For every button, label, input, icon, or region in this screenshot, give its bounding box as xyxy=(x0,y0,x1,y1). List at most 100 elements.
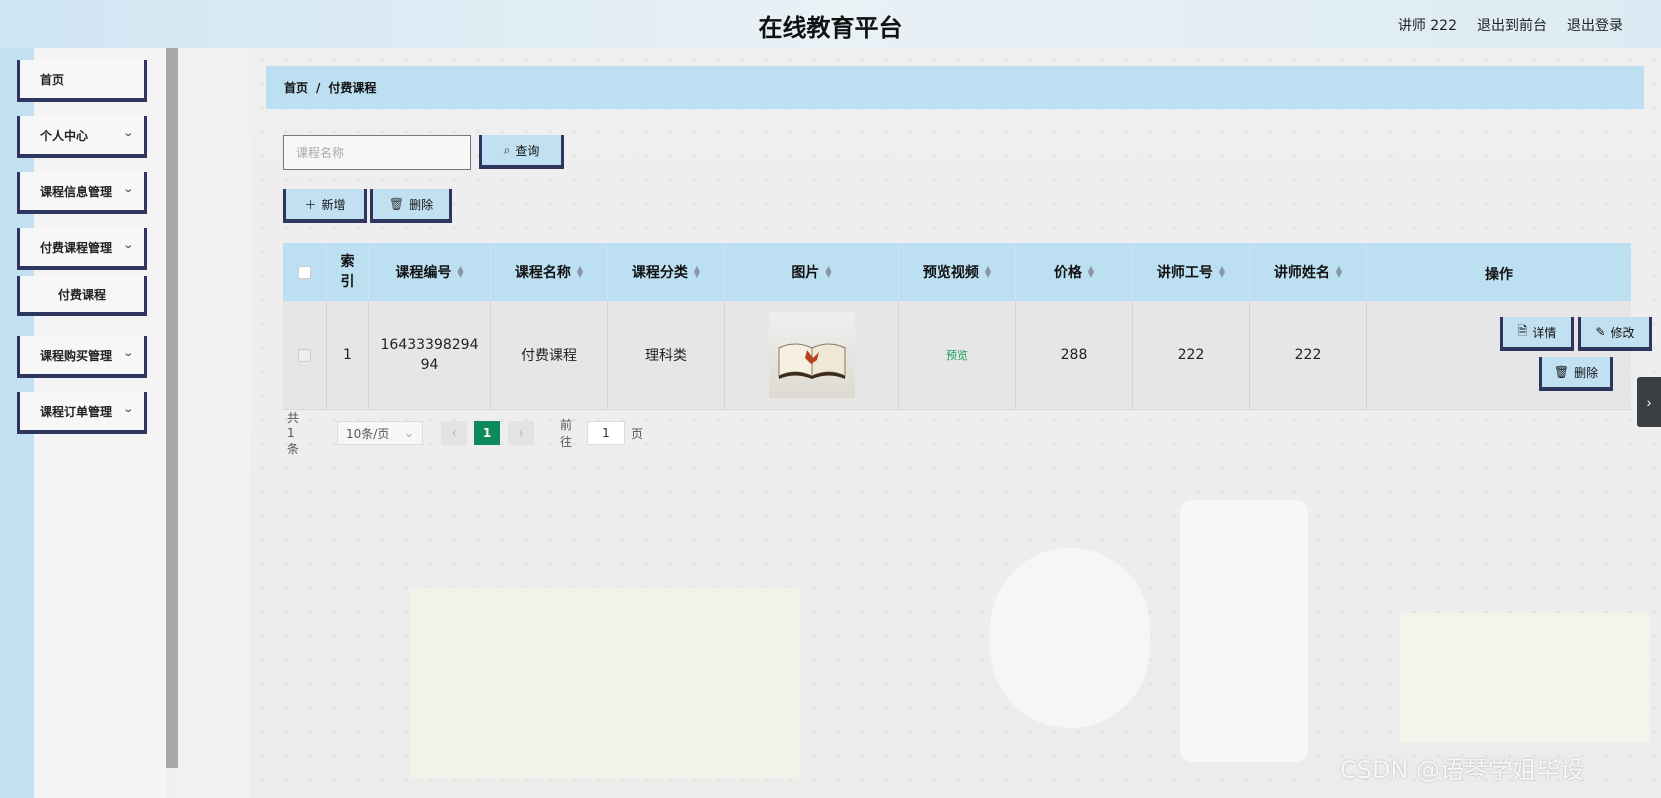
open-book-icon xyxy=(778,343,845,379)
sidebar-item-label: 课程订单管理 xyxy=(40,404,113,419)
delete-button-label: 删除 xyxy=(409,197,434,212)
breadcrumb: 首页 / 付费课程 xyxy=(266,66,1644,109)
decor-tape xyxy=(990,548,1150,728)
table-row: 1 1643339829494 付费课程 理科类 预览 288 222 222 … xyxy=(283,301,1652,410)
decor-block xyxy=(1400,613,1650,743)
current-user: 讲师 222 xyxy=(1397,18,1457,34)
top-header: 在线教育平台 讲师 222 退出到前台 退出登录 xyxy=(0,0,1661,48)
logout-link[interactable]: 退出登录 xyxy=(1567,15,1623,35)
table-header: 索引 课程编号 ▲ ▼ 课程名称 ▲ ▼ 课程分类 ▲ ▼ 图片 ▲ ▼ 预览视频 ▲ ▼ 价格 ▲ ▼… xyxy=(283,243,1631,301)
sort-icon[interactable]: ▲ ▼ xyxy=(825,265,831,279)
trash-icon: 🗑 xyxy=(1553,365,1570,379)
column-header-category[interactable]: 课程分类 ▲ ▼ xyxy=(608,243,725,301)
detail-button[interactable]: 🗎 详情 xyxy=(1500,317,1574,351)
cell-price: 288 xyxy=(1016,301,1133,409)
preview-video-link[interactable]: 预览 xyxy=(946,347,968,363)
cell-teacher-name: 222 xyxy=(1250,301,1367,409)
total-count: 共 1 条 xyxy=(287,411,299,456)
decor-tray xyxy=(410,588,800,778)
sort-icon[interactable]: ▲ ▼ xyxy=(457,265,463,279)
sort-icon[interactable]: ▲ ▼ xyxy=(1219,265,1225,279)
row-checkbox[interactable] xyxy=(298,348,311,362)
cell-teacher-no: 222 xyxy=(1133,301,1250,409)
breadcrumb-home[interactable]: 首页 xyxy=(284,79,308,96)
chevron-right-icon: › xyxy=(1646,394,1652,410)
sidebar-item-label: 付费课程 xyxy=(57,287,106,302)
pencil-icon: ✎ xyxy=(1595,325,1606,339)
sort-icon[interactable]: ▲ ▼ xyxy=(577,265,583,279)
drawer-toggle-button[interactable]: › xyxy=(1637,377,1661,427)
course-thumbnail-image[interactable] xyxy=(768,312,855,398)
paid-course-table: 索引 课程编号 ▲ ▼ 课程名称 ▲ ▼ 课程分类 ▲ ▼ 图片 ▲ ▼ 预览视频 ▲ ▼ 价格 ▲ ▼… xyxy=(283,243,1652,410)
select-all-cell xyxy=(283,243,327,301)
chevron-down-icon: ⌄ xyxy=(121,184,134,195)
goto-page-input[interactable]: 1 xyxy=(587,421,625,445)
column-header-image[interactable]: 图片 ▲ ▼ xyxy=(725,243,899,301)
goto-label: 前往 xyxy=(560,418,573,449)
sidebar-item-label: 首页 xyxy=(40,72,65,87)
top-links: 讲师 222 退出到前台 退出登录 xyxy=(1398,15,1623,35)
sort-icon[interactable]: ▲ ▼ xyxy=(1336,265,1342,279)
cell-course-no: 1643339829494 xyxy=(369,301,491,409)
sidebar: 首页 个人中心 ⌄ 课程信息管理 ⌄ 付费课程管理 ⌄ 付费课程 课程购买管理 … xyxy=(0,48,166,798)
chevron-down-icon: ⌄ xyxy=(403,426,414,440)
column-header-teacher-name[interactable]: 讲师姓名 ▲ ▼ xyxy=(1250,243,1367,301)
add-button[interactable]: ＋ 新增 xyxy=(283,189,367,223)
plus-icon: ＋ xyxy=(304,197,317,212)
search-button-label: 查询 xyxy=(515,143,540,158)
add-button-label: 新增 xyxy=(321,197,346,212)
cell-category: 理科类 xyxy=(608,301,725,409)
edit-button[interactable]: ✎ 修改 xyxy=(1578,317,1652,351)
sort-icon[interactable]: ▲ ▼ xyxy=(694,265,700,279)
sidebar-subitem-paid-course[interactable]: 付费课程 xyxy=(17,276,147,316)
sidebar-item-course-info[interactable]: 课程信息管理 ⌄ xyxy=(17,172,147,214)
column-header-course-no[interactable]: 课程编号 ▲ ▼ xyxy=(369,243,491,301)
watermark: CSDN @语琴学姐毕设 xyxy=(1340,756,1585,784)
page-unit-label: 页 xyxy=(631,426,644,441)
cell-course-name: 付费课程 xyxy=(491,301,608,409)
breadcrumb-current: 付费课程 xyxy=(328,81,377,95)
prev-page-button[interactable]: ‹ xyxy=(441,421,467,445)
sidebar-item-course-orders[interactable]: 课程订单管理 ⌄ xyxy=(17,392,147,434)
column-header-preview-video[interactable]: 预览视频 ▲ ▼ xyxy=(899,243,1016,301)
search-icon: ⌕ xyxy=(503,142,511,157)
column-header-price[interactable]: 价格 ▲ ▼ xyxy=(1016,243,1133,301)
sidebar-item-profile[interactable]: 个人中心 ⌄ xyxy=(17,116,147,158)
search-button[interactable]: ⌕ 查询 xyxy=(479,135,564,169)
chevron-down-icon: ⌄ xyxy=(121,240,134,251)
column-header-index: 索引 xyxy=(327,243,369,301)
sort-icon[interactable]: ▲ ▼ xyxy=(1088,265,1094,279)
next-page-button[interactable]: › xyxy=(508,421,534,445)
cell-image xyxy=(725,301,899,409)
decor-cylinder xyxy=(1180,500,1308,762)
sidebar-item-label: 课程购买管理 xyxy=(40,348,113,363)
sidebar-item-course-purchase[interactable]: 课程购买管理 ⌄ xyxy=(17,336,147,378)
column-header-operations: 操作 xyxy=(1485,267,1513,283)
sidebar-scrollbar[interactable] xyxy=(166,48,178,768)
column-header-course-name[interactable]: 课程名称 ▲ ▼ xyxy=(491,243,608,301)
trash-icon: 🗑 xyxy=(388,197,405,211)
row-delete-button[interactable]: 🗑 删除 xyxy=(1539,357,1613,391)
cell-operations: 🗎 详情 ✎ 修改 🗑 删除 xyxy=(1367,301,1652,409)
column-header-teacher-no[interactable]: 讲师工号 ▲ ▼ xyxy=(1133,243,1250,301)
chevron-down-icon: ⌄ xyxy=(121,404,134,415)
cell-index: 1 xyxy=(327,301,369,409)
course-name-search-input[interactable] xyxy=(283,135,471,170)
sidebar-item-label: 个人中心 xyxy=(40,128,89,143)
sort-icon[interactable]: ▲ ▼ xyxy=(985,265,991,279)
row-select-cell xyxy=(283,301,327,409)
exit-to-front-link[interactable]: 退出到前台 xyxy=(1477,15,1547,35)
select-all-checkbox[interactable] xyxy=(298,265,311,279)
sidebar-item-label: 付费课程管理 xyxy=(40,240,113,255)
sidebar-item-label: 课程信息管理 xyxy=(40,184,113,199)
bulk-delete-button[interactable]: 🗑 删除 xyxy=(370,189,452,223)
cell-preview-video: 预览 xyxy=(899,301,1016,409)
breadcrumb-separator: / xyxy=(316,80,321,95)
sidebar-item-paid-course-mgmt[interactable]: 付费课程管理 ⌄ xyxy=(17,228,147,270)
current-page-button[interactable]: 1 xyxy=(474,421,500,445)
chevron-down-icon: ⌄ xyxy=(121,348,134,359)
chevron-down-icon: ⌄ xyxy=(121,128,134,139)
sidebar-item-home[interactable]: 首页 xyxy=(17,60,147,102)
document-icon: 🗎 xyxy=(1517,323,1528,338)
page-size-select[interactable]: 10条/页 ⌄ xyxy=(337,421,423,445)
